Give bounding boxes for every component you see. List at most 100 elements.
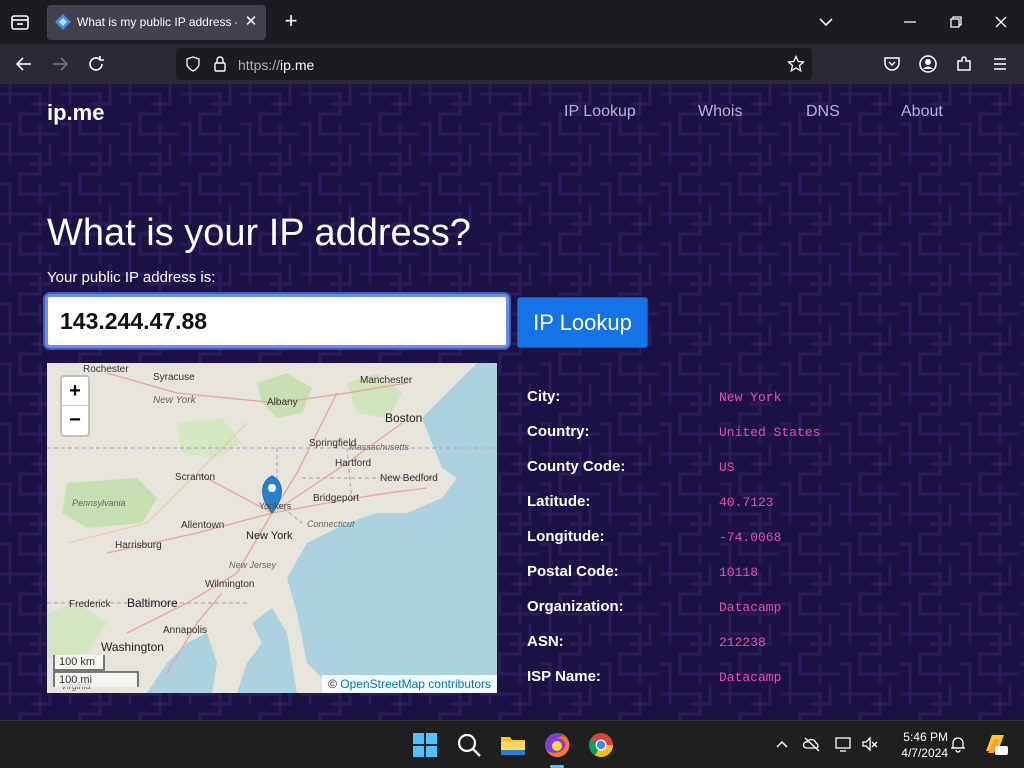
detail-value: 212238 [719, 635, 766, 650]
detail-label: Country: [527, 423, 590, 440]
menu-icon[interactable] [989, 53, 1011, 75]
detail-row-postal-code: Postal Code: 10118 [527, 563, 977, 585]
url-bar[interactable]: https://ip.me [176, 48, 812, 80]
browser-tab-active[interactable]: What is my public IP address - I ✕ [47, 5, 266, 40]
detail-label: Organization: [527, 598, 624, 615]
search-icon[interactable] [455, 731, 483, 759]
shield-icon[interactable] [185, 56, 201, 77]
onedrive-icon[interactable] [802, 734, 822, 754]
map-label: Yonkers [259, 501, 292, 511]
detail-label: Latitude: [527, 493, 591, 510]
map-label: Connecticut [307, 519, 355, 529]
tab-list-icon[interactable] [8, 10, 32, 34]
detail-label: ISP Name: [527, 668, 601, 685]
browser-nav-bar: https://ip.me [0, 44, 1024, 84]
detail-label: County Code: [527, 458, 626, 475]
detail-value: 40.7123 [719, 495, 774, 510]
nav-dns[interactable]: DNS [806, 103, 840, 121]
pocket-icon[interactable] [881, 53, 903, 75]
map-label: Manchester [360, 375, 413, 386]
detail-value: 10118 [719, 565, 759, 580]
restore-icon[interactable] [944, 10, 968, 34]
map-label: Allentown [181, 520, 225, 531]
nav-about[interactable]: About [901, 103, 943, 121]
map-label: Rochester [83, 364, 129, 375]
ip-lookup-button[interactable]: IP Lookup [517, 297, 648, 348]
close-window-icon[interactable] [989, 10, 1013, 34]
map-attribution: © OpenStreetMap contributors [322, 675, 497, 693]
detail-label: Postal Code: [527, 563, 619, 580]
map-label: New Jersey [229, 560, 277, 570]
volume-muted-icon[interactable] [860, 734, 880, 754]
account-icon[interactable] [917, 53, 939, 75]
map-label: Scranton [175, 472, 216, 483]
system-clock[interactable]: 5:46 PM 4/7/2024 [888, 729, 948, 761]
map-label: Annapolis [163, 625, 207, 636]
detail-value: US [719, 460, 735, 475]
new-tab-icon[interactable]: + [280, 10, 302, 32]
tab-title: What is my public IP address - I [77, 15, 237, 29]
detail-row-organization: Organization: Datacamp [527, 598, 977, 620]
site-favicon-icon [55, 14, 71, 30]
map-label: New Bedford [380, 473, 438, 484]
lock-icon[interactable] [212, 55, 228, 78]
map-label: Syracuse [153, 372, 195, 383]
zoom-in-button[interactable]: + [62, 377, 88, 406]
zoom-out-button[interactable]: − [62, 406, 88, 435]
detail-row-city: City: New York [527, 388, 977, 410]
map-label: New York [246, 530, 293, 542]
map-label: New York [153, 395, 196, 406]
url-host: ip.me [280, 57, 315, 73]
detail-row-country-code: County Code: US [527, 458, 977, 480]
map-scale: 100 km 100 mi [53, 655, 139, 687]
clock-time: 5:46 PM [903, 730, 948, 744]
map-label: Hartford [335, 458, 372, 469]
windows-taskbar: 5:46 PM 4/7/2024 [0, 720, 1024, 768]
openstreetmap-link[interactable]: OpenStreetMap contributors [340, 677, 491, 691]
firefox-icon[interactable] [543, 731, 571, 759]
detail-label: ASN: [527, 633, 564, 650]
url-text[interactable]: https://ip.me [238, 57, 314, 73]
map-zoom-control: + − [60, 375, 90, 437]
scale-mi: 100 mi [53, 671, 139, 687]
nav-ip-lookup[interactable]: IP Lookup [564, 103, 636, 121]
site-logo[interactable]: ip.me [47, 100, 104, 126]
detail-value: United States [719, 425, 821, 440]
copilot-pre-icon[interactable] [982, 731, 1008, 757]
location-map[interactable]: Rochester Syracuse New York Albany Manch… [47, 363, 497, 693]
map-label: Frederick [69, 599, 111, 610]
map-label: Wilmington [205, 579, 255, 590]
detail-label: City: [527, 388, 561, 405]
detail-value: -74.0068 [719, 530, 782, 545]
map-label: Albany [267, 397, 298, 408]
map-label: Washington [101, 640, 164, 654]
ip-address-input[interactable] [45, 294, 509, 348]
map-label: Harrisburg [115, 540, 162, 551]
detail-value: Datacamp [719, 670, 782, 685]
detail-value: Datacamp [719, 600, 782, 615]
detail-row-isp-name: ISP Name: Datacamp [527, 668, 977, 690]
chrome-icon[interactable] [587, 731, 615, 759]
reload-icon[interactable] [85, 53, 107, 75]
clock-date: 4/7/2024 [901, 746, 948, 760]
close-tab-icon[interactable]: ✕ [242, 13, 260, 31]
forward-icon[interactable] [49, 53, 71, 75]
notification-bell-icon[interactable] [948, 734, 968, 754]
map-label: Bridgeport [313, 493, 360, 504]
map-label: Baltimore [127, 596, 178, 610]
chevron-down-icon[interactable] [814, 10, 838, 34]
url-protocol: https:// [238, 57, 281, 73]
chevron-up-icon[interactable] [772, 734, 792, 754]
nav-whois[interactable]: Whois [698, 103, 742, 121]
minimize-icon[interactable] [898, 10, 922, 34]
web-page: ip.me IP Lookup Whois DNS About What is … [0, 84, 1024, 720]
file-explorer-icon[interactable] [499, 731, 527, 759]
bookmark-star-icon[interactable] [786, 54, 806, 78]
network-icon[interactable] [834, 734, 854, 754]
extensions-icon[interactable] [953, 53, 975, 75]
map-label: Boston [385, 411, 423, 425]
windows-start-icon[interactable] [411, 731, 439, 759]
back-icon[interactable] [13, 53, 35, 75]
detail-value: New York [719, 390, 782, 405]
detail-row-country: Country: United States [527, 423, 977, 445]
